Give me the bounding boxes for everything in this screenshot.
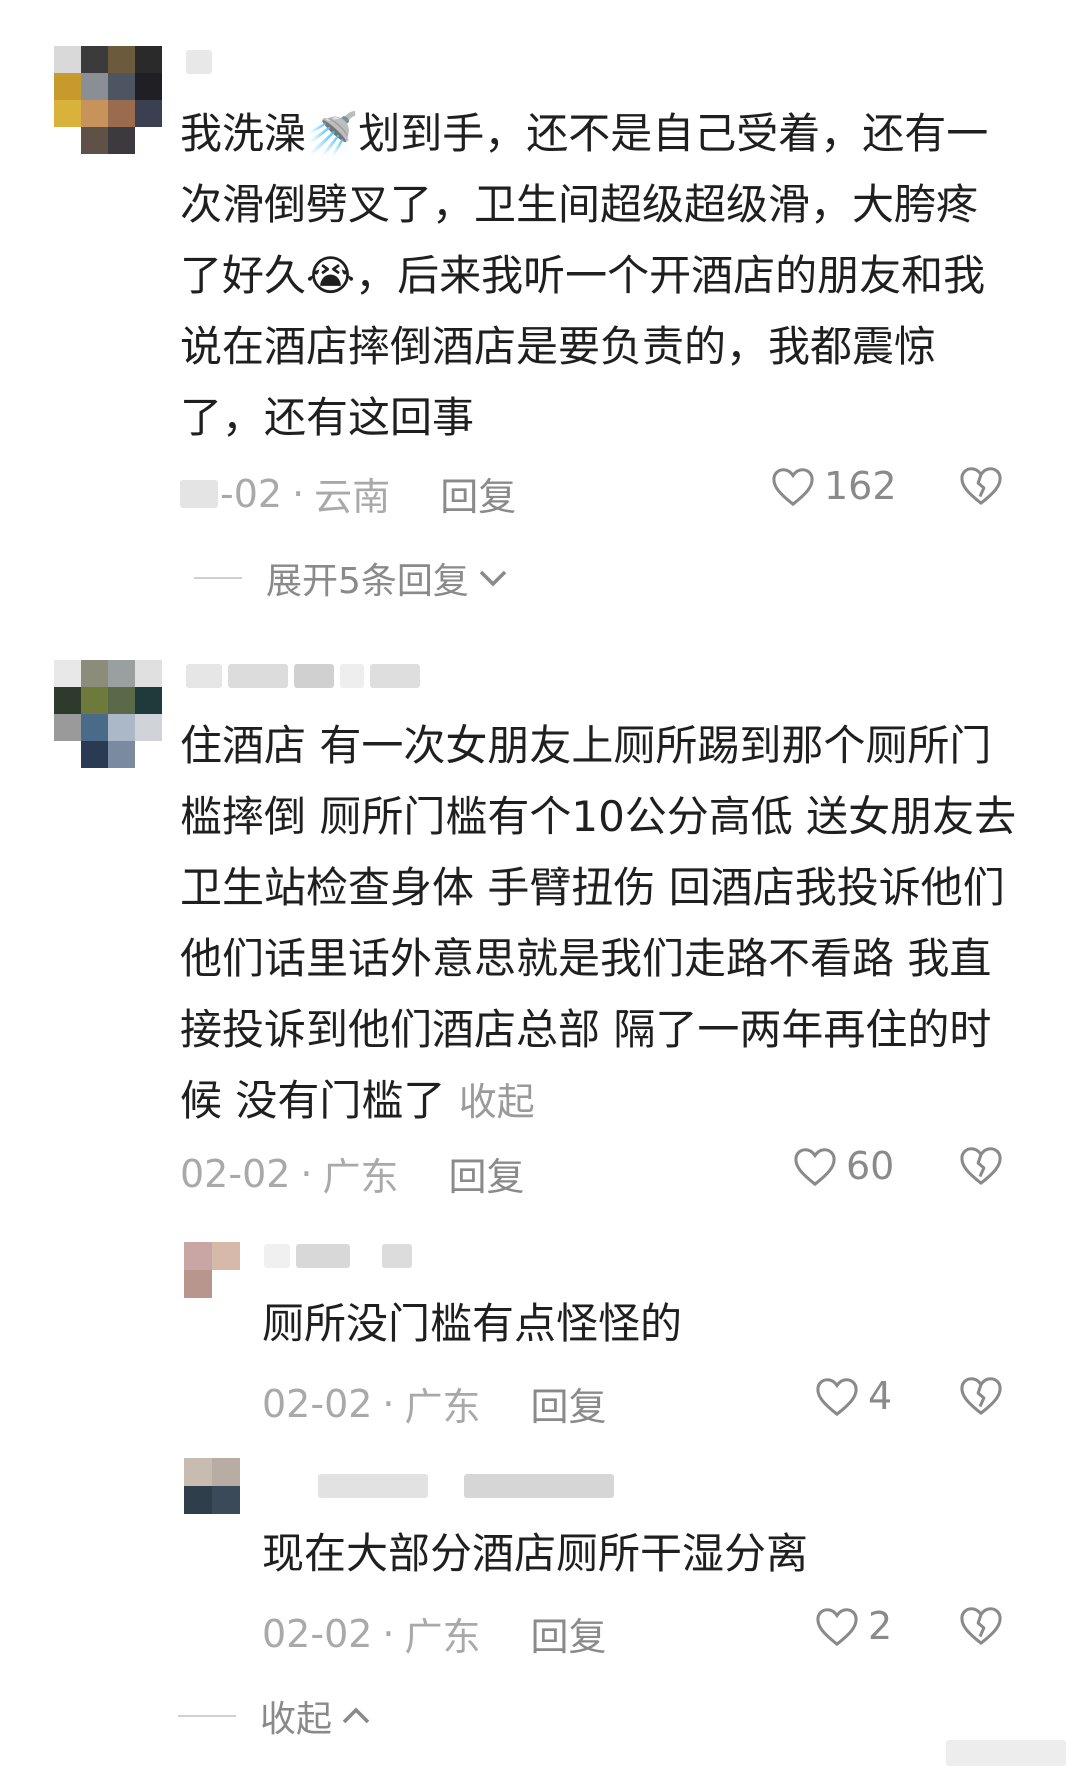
- comment-date: -02: [220, 471, 283, 516]
- heart-outline-icon: [794, 1148, 836, 1187]
- dislike-button[interactable]: [958, 1144, 1004, 1190]
- username-blurred[interactable]: [186, 50, 212, 74]
- watermark: [946, 1740, 1066, 1766]
- heart-outline-icon: [772, 468, 814, 507]
- comment-body: 住酒店 有一次女朋友上厕所踢到那个厕所门槛摔倒 厕所门槛有个10公分高低 送女朋…: [180, 721, 1017, 1125]
- avatar[interactable]: [54, 46, 162, 154]
- like-button[interactable]: 60: [792, 1144, 894, 1188]
- like-button[interactable]: 4: [814, 1374, 892, 1418]
- divider-line: [178, 1715, 236, 1717]
- heart-outline-icon: [816, 1378, 858, 1417]
- like-count: 2: [868, 1604, 893, 1648]
- reply-text: 厕所没门槛有点怪怪的: [262, 1299, 683, 1348]
- dislike-button[interactable]: [958, 1374, 1004, 1420]
- separator: ·: [382, 1611, 395, 1656]
- comment-location: 广东: [322, 1155, 399, 1199]
- avatar[interactable]: [184, 1242, 240, 1298]
- separator: ·: [292, 471, 305, 516]
- avatar[interactable]: [184, 1458, 240, 1514]
- separator: ·: [382, 1381, 395, 1426]
- chevron-down-icon: [479, 570, 507, 587]
- comment-location: 云南: [314, 475, 391, 519]
- reply-button[interactable]: 回复: [449, 1146, 525, 1201]
- broken-heart-icon: [960, 467, 1002, 505]
- comment-text: 住酒店 有一次女朋友上厕所踢到那个厕所门槛摔倒 厕所门槛有个10公分高低 送女朋…: [180, 710, 1020, 1138]
- like-count: 162: [824, 464, 897, 508]
- expand-label: 展开5条回复: [266, 561, 469, 602]
- username-blurred[interactable]: [318, 1474, 614, 1498]
- like-button[interactable]: 162: [770, 464, 897, 508]
- avatar[interactable]: [54, 660, 162, 768]
- collapse-text-button[interactable]: 收起: [459, 1080, 535, 1124]
- reply-meta: 02-02 · 广东 回复: [262, 1606, 607, 1661]
- comment-meta: -02 · 云南 回复: [180, 466, 516, 521]
- dislike-button[interactable]: [958, 1604, 1004, 1650]
- separator: ·: [300, 1151, 313, 1196]
- reply-meta: 02-02 · 广东 回复: [262, 1376, 607, 1431]
- collapse-label: 收起: [260, 1699, 333, 1740]
- reply-text: 现在大部分酒店厕所干湿分离: [262, 1529, 809, 1578]
- like-button[interactable]: 2: [814, 1604, 892, 1648]
- broken-heart-icon: [960, 1147, 1002, 1185]
- comment-text: 我洗澡🚿划到手，还不是自己受着，还有一次滑倒劈叉了，卫生间超级超级滑，大胯疼了好…: [180, 109, 989, 442]
- date-blurred: [180, 479, 218, 508]
- reply-location: 广东: [404, 1385, 481, 1429]
- collapse-replies-button[interactable]: 收起: [178, 1690, 372, 1742]
- reply-button[interactable]: 回复: [531, 1606, 607, 1661]
- heart-outline-icon: [816, 1608, 858, 1647]
- like-count: 60: [846, 1144, 895, 1188]
- reply-button[interactable]: 回复: [531, 1376, 607, 1431]
- username-blurred[interactable]: [264, 1244, 412, 1268]
- username-blurred[interactable]: [186, 664, 420, 688]
- dislike-button[interactable]: [958, 464, 1004, 510]
- reply-date: 02-02: [262, 1381, 373, 1426]
- expand-replies-button[interactable]: 展开5条回复: [194, 552, 509, 604]
- reply-button[interactable]: 回复: [440, 466, 516, 521]
- chevron-up-icon: [342, 1707, 370, 1724]
- comment-meta: 02-02 · 广东 回复: [180, 1146, 525, 1201]
- reply-location: 广东: [404, 1615, 481, 1659]
- broken-heart-icon: [960, 1377, 1002, 1415]
- reply-date: 02-02: [262, 1611, 373, 1656]
- like-count: 4: [868, 1374, 893, 1418]
- comment-date: 02-02: [180, 1151, 291, 1196]
- divider-line: [194, 577, 242, 579]
- broken-heart-icon: [960, 1607, 1002, 1645]
